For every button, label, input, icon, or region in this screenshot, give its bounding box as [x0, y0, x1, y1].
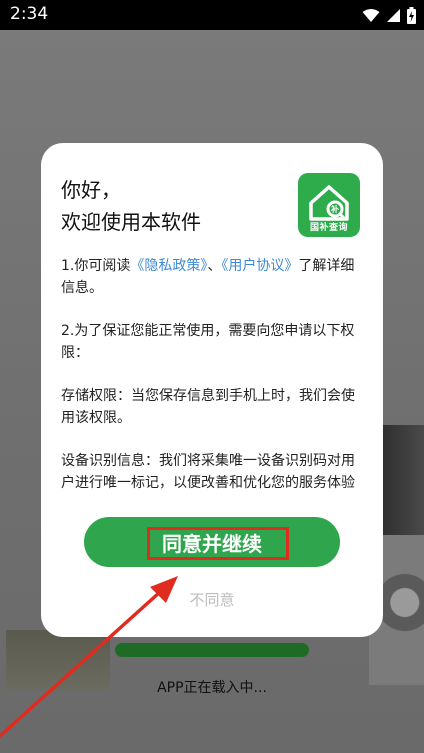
battery-charging-icon [407, 6, 416, 24]
status-bar: 2:34 [0, 0, 424, 30]
status-icons [362, 6, 416, 24]
p1-separator: 、 [207, 258, 222, 274]
app-logo: 补 国补查询 [298, 173, 360, 237]
greeting-text: 你好， [61, 178, 121, 202]
signal-icon [387, 8, 400, 22]
p1-prefix: 1.你可阅读 [61, 258, 131, 274]
svg-text:补: 补 [330, 204, 339, 214]
loading-text: APP正在载入中... [157, 680, 267, 696]
wifi-icon [362, 8, 380, 22]
loading-progress-bar [115, 643, 309, 657]
privacy-policy-link[interactable]: 《隐私政策》 [130, 258, 207, 274]
paragraph-4: 设备识别信息：我们将采集唯一设备识别码对用户进行唯一标记，以便改善和优化您的服务… [61, 453, 355, 491]
status-time: 2:34 [10, 4, 49, 24]
dialog-body[interactable]: 1.你可阅读《隐私政策》、《用户协议》了解详细信息。 2.为了保证您能正常使用，… [61, 255, 366, 495]
user-agreement-link[interactable]: 《用户协议》 [221, 258, 298, 274]
dialog-title: 你好， 欢迎使用本软件 [61, 174, 291, 238]
paragraph-1: 1.你可阅读《隐私政策》、《用户协议》了解详细信息。 [61, 255, 366, 299]
logo-text: 国补查询 [309, 223, 348, 233]
welcome-text: 欢迎使用本软件 [61, 210, 201, 234]
disagree-button[interactable]: 不同意 [41, 589, 383, 610]
paragraph-3: 存储权限：当您保存信息到手机上时，我们会使用该权限。 [61, 388, 355, 426]
privacy-consent-dialog: 你好， 欢迎使用本软件 补 国补查询 1.你可阅读《隐私政策》、《用户协议》了解… [41, 143, 383, 637]
agree-continue-button[interactable]: 同意并继续 [84, 517, 340, 567]
paragraph-2: 2.为了保证您能正常使用，需要向您申请以下权限： [61, 323, 355, 361]
